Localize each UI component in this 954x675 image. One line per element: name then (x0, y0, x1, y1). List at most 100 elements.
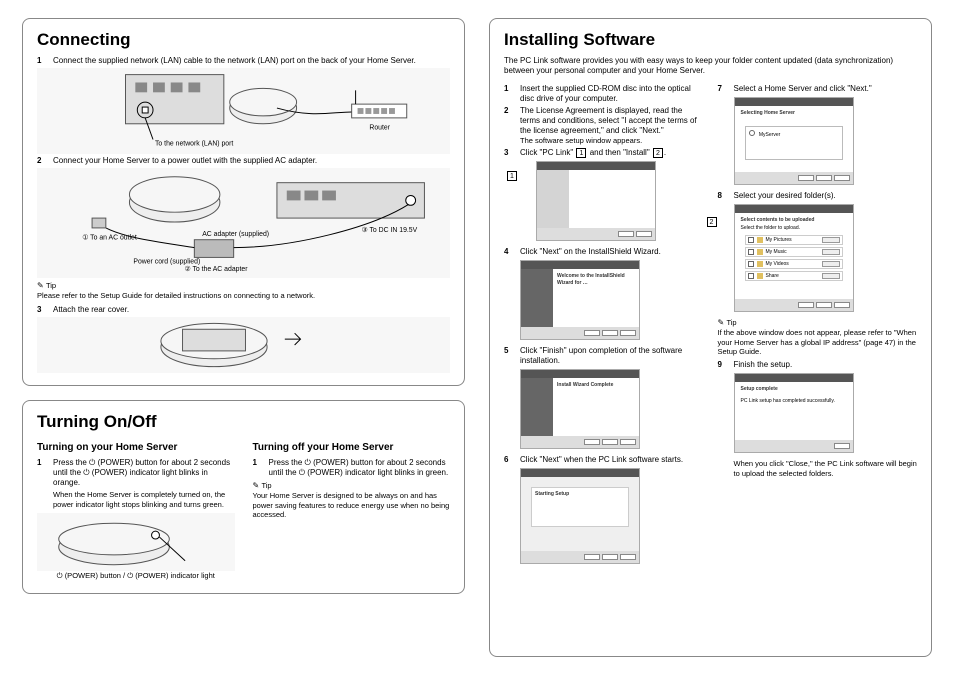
label-power-cord: Power cord (supplied) (133, 259, 200, 266)
turning-off-column: Turning off your Home Server 1 Press the… (253, 438, 451, 581)
connecting-step-1: 1 Connect the supplied network (LAN) cab… (37, 56, 450, 66)
step-number: 3 (37, 305, 47, 315)
installing-software-panel: Installing Software The PC Link software… (489, 18, 932, 657)
install-step-4: 4 Click "Next" on the InstallShield Wiza… (504, 247, 704, 257)
step-text: Connect your Home Server to a power outl… (53, 156, 450, 166)
tip-label: Tip (37, 281, 450, 291)
installing-title: Installing Software (504, 29, 917, 50)
folder-row-3: Share (766, 273, 779, 279)
callout-ref-2: 2 (707, 217, 717, 227)
step-text: Select your desired folder(s). (734, 191, 918, 201)
step-number: 4 (504, 247, 514, 257)
s3-c: . (664, 148, 666, 157)
sc9-body: PC Link setup has completed successfully… (741, 398, 847, 404)
screenshot-select-server: Selecting Home Server MyServer (734, 97, 854, 185)
power-connection-illustration: ① To an AC outlet Power cord (supplied) … (37, 168, 450, 278)
screenshot-setup-complete: Setup complete PC Link setup has complet… (734, 373, 854, 453)
label-ac-adapter: AC adapter (supplied) (202, 231, 269, 238)
install-step-7: 7 Select a Home Server and click "Next." (718, 84, 918, 94)
step-text: The License Agreement is displayed, read… (520, 106, 704, 146)
step-2-after: The software setup window appears. (520, 136, 642, 145)
sc6-title: Starting Setup (535, 491, 633, 497)
connecting-step-3: 3 Attach the rear cover. (37, 305, 450, 315)
label-dc-in: ③ To DC IN 19.5V (362, 226, 418, 234)
closing-note: When you click "Close," the PC Link soft… (734, 459, 918, 478)
tip-label: Tip (253, 481, 451, 491)
screenshot-pclink-start: Starting Setup (520, 468, 640, 564)
screenshot-installshield-complete: Install Wizard Complete (520, 369, 640, 449)
screenshot-select-folders: Select contents to be uploaded Select th… (734, 204, 854, 312)
turning-off-heading: Turning off your Home Server (253, 442, 451, 455)
step-2-main: The License Agreement is displayed, read… (520, 106, 697, 135)
left-page: Connecting 1 Connect the supplied networ… (22, 18, 465, 657)
step-text: Insert the supplied CD-ROM disc into the… (520, 84, 704, 104)
callout-2: 2 (653, 148, 663, 158)
step-number: 1 (253, 458, 263, 478)
step-text: Click "Finish" upon completion of the so… (520, 346, 704, 366)
label-router: Router (369, 125, 390, 132)
step-number: 7 (718, 84, 728, 94)
screenshot-installshield-welcome: Welcome to the InstallShield Wizard for … (520, 260, 640, 340)
step-text: Press the ⏻ (POWER) button for about 2 s… (269, 458, 451, 478)
step-number: 5 (504, 346, 514, 366)
power-panel: Turning On/Off Turning on your Home Serv… (22, 400, 465, 594)
step-number: 6 (504, 455, 514, 465)
turning-on-column: Turning on your Home Server 1 Press the … (37, 438, 235, 581)
tip-label: Tip (718, 318, 918, 328)
right-page: Installing Software The PC Link software… (489, 18, 932, 657)
label-to-ac-adapter: ② To the AC adapter (185, 265, 249, 273)
folder-row-2: My Videos (766, 261, 789, 267)
tip-text: Your Home Server is designed to be alway… (253, 491, 451, 519)
power-title: Turning On/Off (37, 411, 450, 432)
label-ac-outlet: ① To an AC outlet (82, 234, 137, 242)
connecting-step-2: 2 Connect your Home Server to a power ou… (37, 156, 450, 166)
connecting-panel: Connecting 1 Connect the supplied networ… (22, 18, 465, 386)
install-step-3: 3 Click "PC Link" 1 and then "Install" 2… (504, 148, 704, 158)
rear-cover-illustration (37, 317, 450, 373)
s3-b: and then "Install" (590, 148, 650, 157)
step-number: 1 (504, 84, 514, 104)
install-step-2: 2 The License Agreement is displayed, re… (504, 106, 704, 146)
step-number: 1 (37, 458, 47, 488)
step-text: Finish the setup. (734, 360, 918, 370)
connecting-title: Connecting (37, 29, 450, 50)
step-text: Connect the supplied network (LAN) cable… (53, 56, 450, 66)
sc5-title: Install Wizard Complete (557, 382, 633, 388)
step-text: Click "PC Link" 1 and then "Install" 2. (520, 148, 704, 158)
s3-a: Click "PC Link" (520, 148, 573, 157)
install-step-5: 5 Click "Finish" upon completion of the … (504, 346, 704, 366)
label-lan-port: To the network (LAN) port (155, 141, 233, 148)
step-number: 3 (504, 148, 514, 158)
power-off-step-1: 1 Press the ⏻ (POWER) button for about 2… (253, 458, 451, 478)
power-button-caption: ⏻ (POWER) button / ⏻ (POWER) indicator l… (37, 571, 235, 580)
lan-connection-illustration: To the network (LAN) port Router (37, 68, 450, 154)
power-on-note: When the Home Server is completely turne… (53, 490, 235, 509)
step-number: 9 (718, 360, 728, 370)
step-text: Click "Next" when the PC Link software s… (520, 455, 704, 465)
install-col-a: 1 Insert the supplied CD-ROM disc into t… (504, 82, 704, 570)
folder-row-0: My Pictures (766, 237, 792, 243)
device-power-illustration (37, 513, 235, 571)
sc7-item: MyServer (759, 132, 780, 138)
callout-ref-1: 1 (507, 171, 517, 181)
step-text: Click "Next" on the InstallShield Wizard… (520, 247, 704, 257)
sc7-title: Selecting Home Server (741, 110, 847, 116)
step-number: 2 (504, 106, 514, 146)
tip-text: Please refer to the Setup Guide for deta… (37, 291, 450, 300)
step-number: 2 (37, 156, 47, 166)
install-step-9: 9 Finish the setup. (718, 360, 918, 370)
sc4-title: Welcome to the InstallShield Wizard for … (557, 273, 633, 286)
install-step-8: 8 Select your desired folder(s). (718, 191, 918, 201)
install-col-b: 7 Select a Home Server and click "Next."… (718, 82, 918, 570)
install-step-6: 6 Click "Next" when the PC Link software… (504, 455, 704, 465)
screenshot-setup-window (536, 161, 656, 241)
tip-text: If the above window does not appear, ple… (718, 328, 918, 356)
sc9-title: Setup complete (741, 386, 847, 392)
step-text: Select a Home Server and click "Next." (734, 84, 918, 94)
installing-intro: The PC Link software provides you with e… (504, 56, 917, 76)
step-number: 8 (718, 191, 728, 201)
step-number: 1 (37, 56, 47, 66)
power-on-step-1: 1 Press the ⏻ (POWER) button for about 2… (37, 458, 235, 488)
sc8-sub: Select the folder to upload. (741, 225, 801, 231)
install-step-1: 1 Insert the supplied CD-ROM disc into t… (504, 84, 704, 104)
